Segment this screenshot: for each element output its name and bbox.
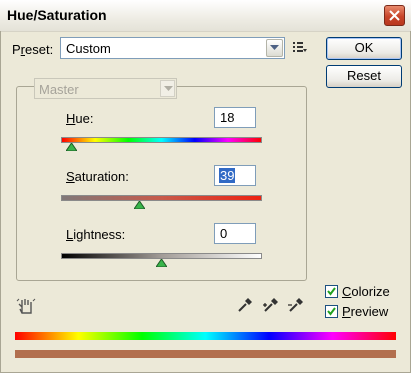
title-bar: Hue/Saturation: [0, 0, 411, 32]
eyedropper-plus-icon[interactable]: [262, 296, 280, 314]
hue-input[interactable]: 18: [214, 107, 256, 128]
preset-label-text: Preset:: [12, 42, 54, 57]
saturation-label: Saturation:: [66, 169, 129, 184]
input-spectrum-bar: [15, 332, 396, 340]
ok-button[interactable]: OK: [326, 37, 402, 60]
checkmark-icon: [327, 307, 336, 316]
close-icon: [389, 10, 400, 21]
preview-label[interactable]: Preview: [342, 304, 388, 319]
preview-checkbox[interactable]: [325, 305, 338, 318]
edit-channel-dropdown: Master: [34, 78, 177, 99]
preset-label: Preset:: [12, 42, 53, 57]
hue-value: 18: [220, 110, 235, 125]
saturation-slider-track[interactable]: [61, 195, 262, 201]
lightness-label: Lightness:: [66, 227, 126, 242]
lightness-value: 0: [220, 226, 228, 241]
checkmark-icon: [327, 287, 336, 296]
eyedropper-icon[interactable]: [236, 296, 254, 314]
close-button[interactable]: [384, 5, 405, 26]
window-title: Hue/Saturation: [7, 7, 107, 23]
preset-dropdown[interactable]: Custom: [60, 37, 285, 59]
hue-label: Hue:: [66, 111, 94, 126]
colorize-label[interactable]: Colorize: [342, 284, 390, 299]
preset-options-icon[interactable]: [293, 41, 307, 53]
hue-slider-thumb[interactable]: [65, 143, 77, 151]
chevron-down-icon[interactable]: [266, 39, 283, 57]
eyedropper-minus-icon[interactable]: [287, 296, 305, 314]
saturation-input[interactable]: 39: [214, 165, 256, 186]
adjustment-group: [16, 86, 307, 281]
saturation-value: 39: [219, 168, 236, 183]
chevron-down-icon: [160, 80, 175, 97]
colorize-checkbox[interactable]: [325, 285, 338, 298]
output-color-bar: [15, 350, 396, 358]
saturation-slider-thumb[interactable]: [133, 201, 145, 209]
hand-adjust-icon[interactable]: [16, 297, 36, 315]
lightness-slider-thumb[interactable]: [156, 259, 167, 267]
preset-value: Custom: [66, 41, 111, 56]
edit-channel-value: Master: [39, 82, 79, 97]
hue-slider-track[interactable]: [61, 137, 262, 143]
reset-button[interactable]: Reset: [326, 65, 402, 88]
lightness-input[interactable]: 0: [214, 223, 256, 244]
